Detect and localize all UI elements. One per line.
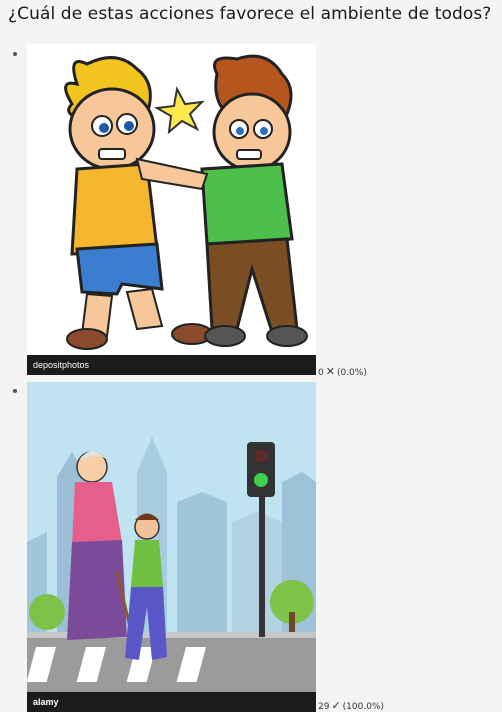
- fighting-kids-illustration: [64, 54, 308, 350]
- option-2-image[interactable]: alamy: [27, 382, 316, 712]
- watermark-bar: depositphotos: [27, 355, 316, 375]
- watermark-bar: alamy: [27, 692, 316, 712]
- option-1-result: 0 ✕ (0.0%): [318, 365, 367, 378]
- option-bullet: [13, 52, 17, 56]
- option-2-result: 29 ✓ (100.0%): [318, 699, 384, 712]
- crossing-street-illustration: [27, 382, 316, 712]
- question-title: ¿Cuál de estas acciones favorece el ambi…: [8, 4, 492, 24]
- option-1-image[interactable]: depositphotos: [27, 44, 316, 375]
- vote-count: 29: [318, 702, 330, 712]
- vote-count: 0: [318, 368, 324, 378]
- option-bullet: [13, 389, 17, 393]
- watermark-brand: depositphotos: [33, 360, 90, 370]
- cross-icon: ✕: [325, 365, 335, 378]
- vote-percent: (0.0%): [336, 368, 367, 378]
- check-icon: ✓: [331, 699, 341, 712]
- watermark-brand: alamy: [33, 697, 59, 707]
- vote-percent: (100.0%): [342, 702, 385, 712]
